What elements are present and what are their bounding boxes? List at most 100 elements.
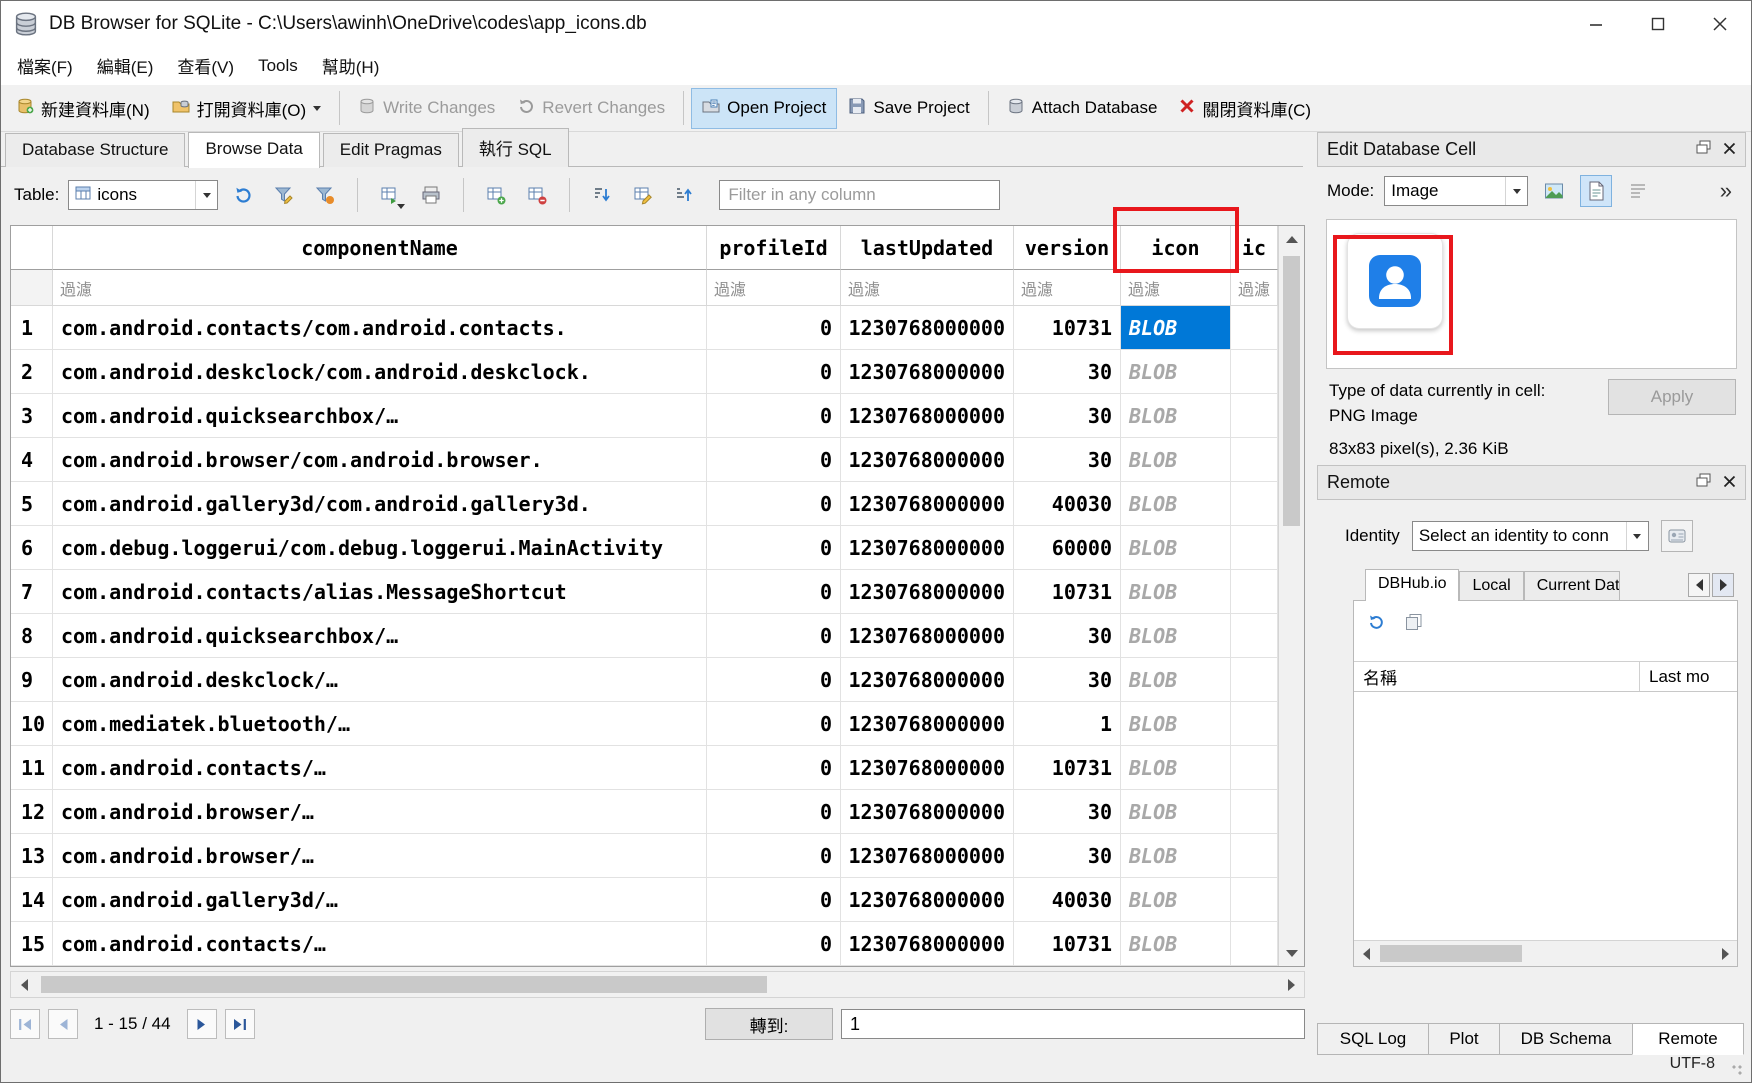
cell-clipped[interactable] xyxy=(1231,570,1278,614)
row-number[interactable]: 15 xyxy=(11,922,53,966)
tab-local[interactable]: Local xyxy=(1459,571,1523,601)
tab-dbhub[interactable]: DBHub.io xyxy=(1365,569,1459,601)
remote-scroll-thumb[interactable] xyxy=(1380,945,1522,962)
column-header-componentName[interactable]: componentName xyxy=(53,226,707,270)
cell-profileId[interactable]: 0 xyxy=(707,790,841,834)
row-number[interactable]: 4 xyxy=(11,438,53,482)
menu-edit[interactable]: 編輯(E) xyxy=(85,46,166,85)
cell-clipped[interactable] xyxy=(1231,746,1278,790)
cell-clipped[interactable] xyxy=(1231,922,1278,966)
cell-componentName[interactable]: com.android.quicksearchbox/… xyxy=(53,394,707,438)
cell-icon-blob[interactable]: BLOB xyxy=(1121,790,1231,834)
text-document-view-button[interactable] xyxy=(1580,175,1612,207)
cell-componentName[interactable]: com.android.contacts/com.android.contact… xyxy=(53,306,707,350)
row-number[interactable]: 7 xyxy=(11,570,53,614)
cell-version[interactable]: 30 xyxy=(1014,350,1121,394)
cell-clipped[interactable] xyxy=(1231,438,1278,482)
cell-icon-blob[interactable]: BLOB xyxy=(1121,746,1231,790)
row-number[interactable]: 13 xyxy=(11,834,53,878)
cell-version[interactable]: 60000 xyxy=(1014,526,1121,570)
cell-componentName[interactable]: com.android.browser/com.android.browser. xyxy=(53,438,707,482)
scroll-left-icon[interactable] xyxy=(11,972,37,997)
cell-profileId[interactable]: 0 xyxy=(707,526,841,570)
dock-tab-sql-log[interactable]: SQL Log xyxy=(1317,1023,1429,1055)
cell-clipped[interactable] xyxy=(1231,350,1278,394)
scroll-up-icon[interactable] xyxy=(1279,226,1304,252)
cell-componentName[interactable]: com.android.contacts/… xyxy=(53,746,707,790)
minimize-button[interactable] xyxy=(1565,1,1627,46)
last-page-button[interactable] xyxy=(225,1009,255,1039)
export-table-button[interactable] xyxy=(374,179,406,211)
cell-profileId[interactable]: 0 xyxy=(707,878,841,922)
menu-file[interactable]: 檔案(F) xyxy=(5,46,85,85)
cell-version[interactable]: 30 xyxy=(1014,658,1121,702)
cell-componentName[interactable]: com.android.browser/… xyxy=(53,834,707,878)
word-wrap-button[interactable] xyxy=(1622,175,1654,207)
float-panel-icon[interactable] xyxy=(1696,139,1711,160)
cell-lastUpdated[interactable]: 1230768000000 xyxy=(841,482,1014,526)
cell-profileId[interactable]: 0 xyxy=(707,746,841,790)
more-tools-chevron-icon[interactable]: » xyxy=(1720,178,1736,204)
mode-combo[interactable]: Image xyxy=(1384,176,1528,206)
cell-profileId[interactable]: 0 xyxy=(707,922,841,966)
cell-profileId[interactable]: 0 xyxy=(707,438,841,482)
filter-version[interactable]: 過濾 xyxy=(1014,270,1121,306)
insert-record-button[interactable] xyxy=(480,179,512,211)
row-number[interactable]: 9 xyxy=(11,658,53,702)
cell-profileId[interactable]: 0 xyxy=(707,394,841,438)
column-header-version[interactable]: version xyxy=(1014,226,1121,270)
cell-icon-blob[interactable]: BLOB xyxy=(1121,922,1231,966)
cell-icon-blob[interactable]: BLOB xyxy=(1121,482,1231,526)
filter-edit-icon-button[interactable] xyxy=(268,179,300,211)
cell-lastUpdated[interactable]: 1230768000000 xyxy=(841,878,1014,922)
cell-componentName[interactable]: com.android.contacts/alias.MessageShortc… xyxy=(53,570,707,614)
cell-lastUpdated[interactable]: 1230768000000 xyxy=(841,350,1014,394)
tab-browse-data[interactable]: Browse Data xyxy=(188,132,319,168)
filter-clipped[interactable]: 過濾 xyxy=(1231,270,1278,306)
tab-current-database[interactable]: Current Dat xyxy=(1524,571,1620,601)
row-number[interactable]: 6 xyxy=(11,526,53,570)
dock-tab-plot[interactable]: Plot xyxy=(1428,1023,1500,1055)
scroll-right-icon[interactable] xyxy=(1713,941,1737,966)
cell-componentName[interactable]: com.debug.loggerui/com.debug.loggerui.Ma… xyxy=(53,526,707,570)
row-number[interactable]: 1 xyxy=(11,306,53,350)
cell-profileId[interactable]: 0 xyxy=(707,306,841,350)
cell-version[interactable]: 30 xyxy=(1014,614,1121,658)
row-number[interactable]: 8 xyxy=(11,614,53,658)
cell-componentName[interactable]: com.android.browser/… xyxy=(53,790,707,834)
scroll-down-icon[interactable] xyxy=(1279,940,1304,966)
new-database-button[interactable]: 新建資料庫(N) xyxy=(5,87,161,130)
cell-lastUpdated[interactable]: 1230768000000 xyxy=(841,306,1014,350)
cell-version[interactable]: 10731 xyxy=(1014,746,1121,790)
cell-version[interactable]: 30 xyxy=(1014,438,1121,482)
horizontal-scroll-thumb[interactable] xyxy=(41,976,767,993)
write-changes-button[interactable]: Write Changes xyxy=(347,88,506,129)
refresh-button[interactable] xyxy=(227,179,259,211)
sort-descending-button[interactable] xyxy=(668,179,700,211)
filter-componentName[interactable]: 過濾 xyxy=(53,270,707,306)
menu-view[interactable]: 查看(V) xyxy=(165,46,246,85)
cell-profileId[interactable]: 0 xyxy=(707,570,841,614)
cell-lastUpdated[interactable]: 1230768000000 xyxy=(841,438,1014,482)
column-header-lastUpdated[interactable]: lastUpdated xyxy=(841,226,1014,270)
row-number[interactable]: 3 xyxy=(11,394,53,438)
tab-scroll-left-icon[interactable] xyxy=(1688,573,1710,597)
cell-lastUpdated[interactable]: 1230768000000 xyxy=(841,746,1014,790)
tab-scroll-right-icon[interactable] xyxy=(1712,573,1734,597)
cell-clipped[interactable] xyxy=(1231,482,1278,526)
cell-componentName[interactable]: com.android.deskclock/com.android.deskcl… xyxy=(53,350,707,394)
remote-column-name[interactable]: 名稱 xyxy=(1354,662,1640,691)
cell-icon-blob[interactable]: BLOB xyxy=(1121,702,1231,746)
delete-record-button[interactable] xyxy=(521,179,553,211)
row-number[interactable]: 14 xyxy=(11,878,53,922)
save-project-button[interactable]: Save Project xyxy=(837,88,980,129)
cell-profileId[interactable]: 0 xyxy=(707,658,841,702)
resize-grip[interactable] xyxy=(1731,1064,1743,1076)
cell-icon-blob[interactable]: BLOB xyxy=(1121,438,1231,482)
identity-combo[interactable]: Select an identity to conne xyxy=(1412,521,1649,551)
attach-database-button[interactable]: Attach Database xyxy=(996,88,1169,129)
close-database-button[interactable]: 關閉資料庫(C) xyxy=(1168,87,1322,130)
scroll-right-icon[interactable] xyxy=(1278,972,1304,997)
menu-help[interactable]: 幫助(H) xyxy=(310,46,392,85)
maximize-button[interactable] xyxy=(1627,1,1689,46)
